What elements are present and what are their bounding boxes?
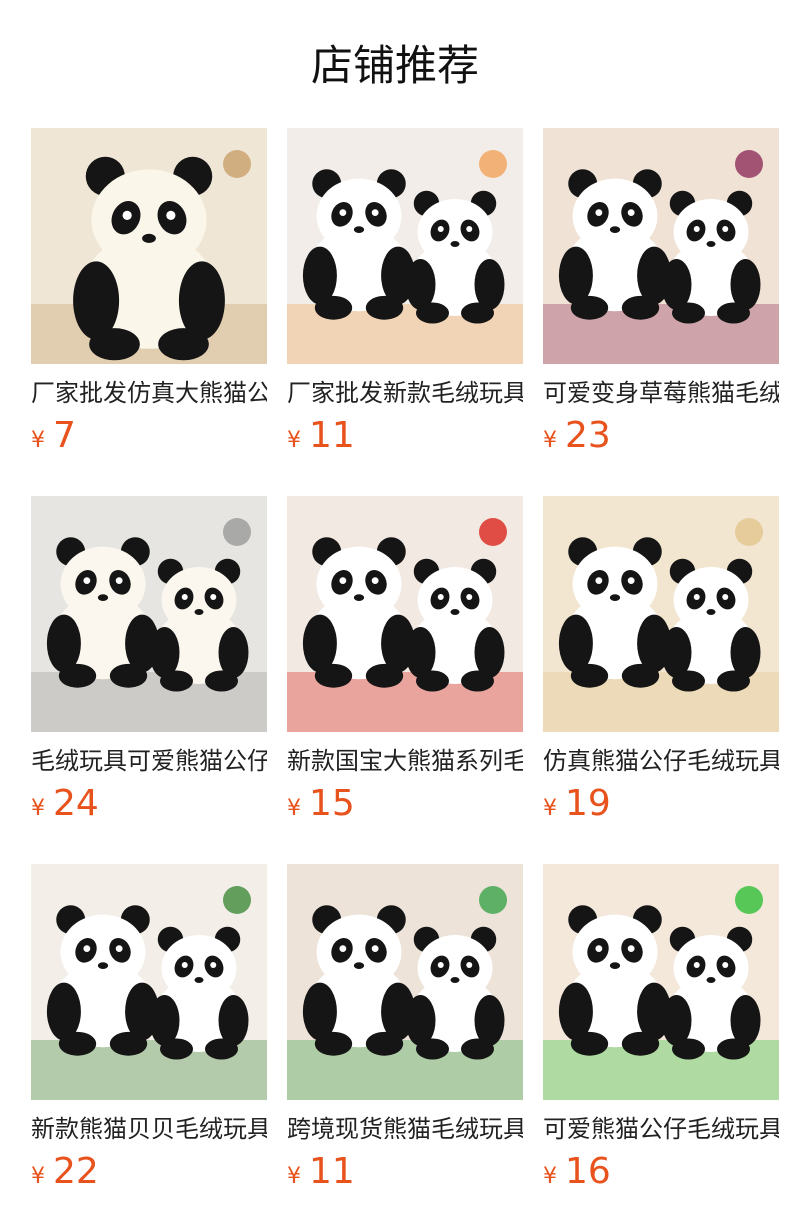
- panda-plush-shape: [405, 926, 505, 1060]
- price-amount: 24: [53, 783, 99, 824]
- product-image[interactable]: [31, 496, 267, 732]
- currency-symbol: ¥: [543, 428, 557, 453]
- product-name[interactable]: 毛绒玩具可爱熊猫公仔: [31, 744, 267, 778]
- product-card[interactable]: 厂家批发新款毛绒玩具 ¥11: [287, 128, 523, 468]
- price-amount: 23: [565, 415, 611, 456]
- panda-plush-shape: [661, 926, 761, 1060]
- currency-symbol: ¥: [543, 796, 557, 821]
- product-name[interactable]: 新款熊猫贝贝毛绒玩具: [31, 1112, 267, 1146]
- product-price: ¥11: [287, 1150, 355, 1194]
- panda-plush-shape: [661, 558, 761, 692]
- panda-plush-shape: [46, 537, 160, 688]
- product-card[interactable]: 新款国宝大熊猫系列毛绒 ¥15: [287, 496, 523, 836]
- product-image[interactable]: [543, 496, 779, 732]
- currency-symbol: ¥: [31, 796, 45, 821]
- currency-symbol: ¥: [287, 796, 301, 821]
- panda-plush-shape: [302, 905, 416, 1056]
- panda-plush-shape: [661, 190, 761, 324]
- currency-symbol: ¥: [31, 428, 45, 453]
- product-price: ¥16: [543, 1150, 611, 1194]
- panda-plush-shape: [558, 169, 672, 320]
- price-amount: 7: [53, 415, 76, 456]
- product-card[interactable]: 跨境现货熊猫毛绒玩具 ¥11: [287, 864, 523, 1204]
- product-card[interactable]: 新款熊猫贝贝毛绒玩具 ¥22: [31, 864, 267, 1204]
- product-card[interactable]: 可爱变身草莓熊猫毛绒 ¥23: [543, 128, 779, 468]
- product-image[interactable]: [543, 864, 779, 1100]
- product-price: ¥23: [543, 414, 611, 458]
- price-amount: 15: [309, 783, 355, 824]
- product-price: ¥11: [287, 414, 355, 458]
- currency-symbol: ¥: [31, 1164, 45, 1189]
- price-amount: 11: [309, 1151, 355, 1192]
- product-price: ¥22: [31, 1150, 99, 1194]
- currency-symbol: ¥: [543, 1164, 557, 1189]
- product-price: ¥24: [31, 782, 99, 826]
- panda-plush-shape: [405, 558, 505, 692]
- product-image[interactable]: [31, 128, 267, 364]
- page-title: 店铺推荐: [310, 41, 479, 90]
- product-price: ¥15: [287, 782, 355, 826]
- panda-plush-shape: [302, 169, 416, 320]
- panda-plush-shape: [302, 537, 416, 688]
- product-image[interactable]: [287, 496, 523, 732]
- currency-symbol: ¥: [287, 428, 301, 453]
- product-image[interactable]: [287, 128, 523, 364]
- product-card[interactable]: 毛绒玩具可爱熊猫公仔 ¥24: [31, 496, 267, 836]
- currency-symbol: ¥: [287, 1164, 301, 1189]
- product-name[interactable]: 新款国宝大熊猫系列毛绒: [287, 744, 523, 778]
- product-name[interactable]: 厂家批发仿真大熊猫公仔: [31, 376, 267, 410]
- price-amount: 22: [53, 1151, 99, 1192]
- panda-plush-shape: [149, 558, 249, 692]
- product-price: ¥7: [31, 414, 76, 458]
- panda-plush-shape: [405, 190, 505, 324]
- product-image[interactable]: [287, 864, 523, 1100]
- price-amount: 11: [309, 415, 355, 456]
- price-amount: 19: [565, 783, 611, 824]
- panda-plush-shape: [558, 537, 672, 688]
- product-name[interactable]: 厂家批发新款毛绒玩具: [287, 376, 523, 410]
- panda-plush-shape: [149, 926, 249, 1060]
- product-name[interactable]: 跨境现货熊猫毛绒玩具: [287, 1112, 523, 1146]
- product-price: ¥19: [543, 782, 611, 826]
- product-image[interactable]: [31, 864, 267, 1100]
- product-card[interactable]: 仿真熊猫公仔毛绒玩具 ¥19: [543, 496, 779, 836]
- panda-plush-shape: [73, 156, 225, 361]
- product-image[interactable]: [543, 128, 779, 364]
- panda-plush-shape: [46, 905, 160, 1056]
- product-name[interactable]: 可爱变身草莓熊猫毛绒: [543, 376, 779, 410]
- product-card[interactable]: 厂家批发仿真大熊猫公仔 ¥7: [31, 128, 267, 468]
- price-amount: 16: [565, 1151, 611, 1192]
- panda-plush-shape: [558, 905, 672, 1056]
- product-card[interactable]: 可爱熊猫公仔毛绒玩具 ¥16: [543, 864, 779, 1204]
- product-name[interactable]: 可爱熊猫公仔毛绒玩具: [543, 1112, 779, 1146]
- product-name[interactable]: 仿真熊猫公仔毛绒玩具: [543, 744, 779, 778]
